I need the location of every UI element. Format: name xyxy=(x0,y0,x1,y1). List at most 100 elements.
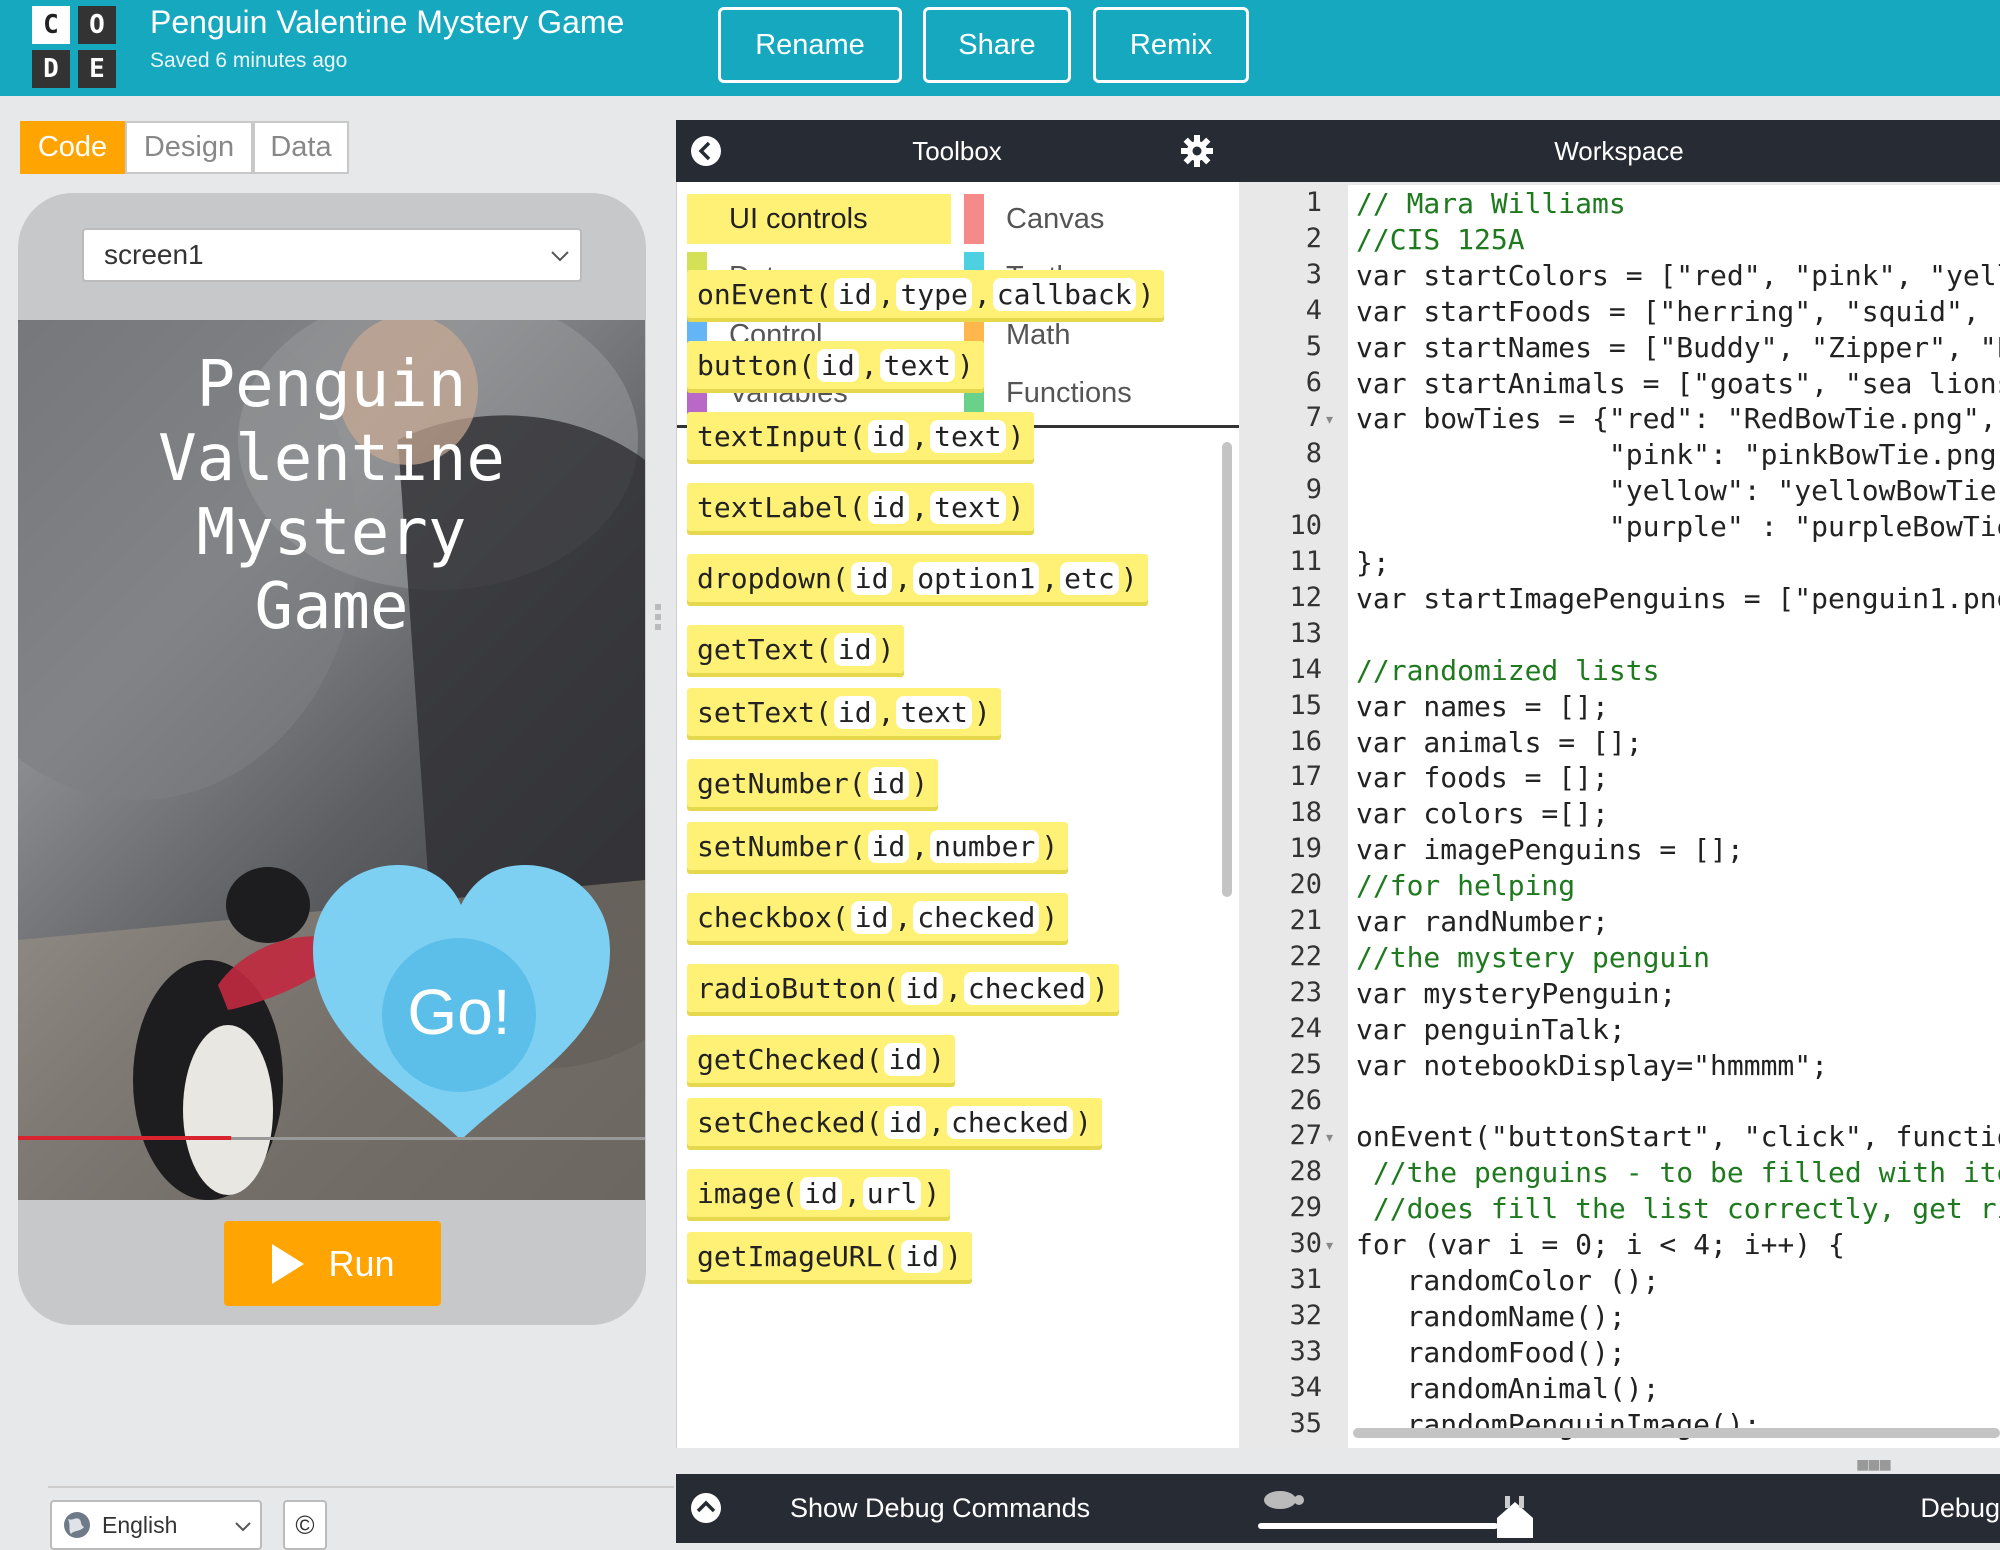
code-line[interactable]: var colors =[]; xyxy=(1356,797,1609,830)
block-getChecked[interactable]: getChecked(id) xyxy=(687,1035,956,1083)
block-argument[interactable]: id xyxy=(850,561,893,595)
block-argument[interactable]: id xyxy=(800,1176,842,1210)
block-textInput[interactable]: textInput(id, text) xyxy=(687,412,1035,460)
code-line[interactable]: var names = []; xyxy=(1356,690,1609,723)
code-logo-e[interactable]: E xyxy=(78,50,116,88)
tab-data[interactable]: Data xyxy=(253,121,349,174)
fold-arrow-icon[interactable]: ▾ xyxy=(1326,1238,1333,1254)
block-argument[interactable]: id xyxy=(867,419,910,453)
category-functions[interactable]: Functions xyxy=(1006,368,1236,418)
run-button[interactable]: Run xyxy=(224,1221,441,1306)
tab-design[interactable]: Design xyxy=(125,121,253,174)
block-radioButton[interactable]: radioButton(id, checked) xyxy=(687,964,1119,1012)
code-line[interactable]: //randomized lists xyxy=(1356,654,1659,687)
code-line[interactable]: var randNumber; xyxy=(1356,905,1609,938)
block-argument[interactable]: text xyxy=(896,695,972,729)
block-onEvent[interactable]: onEvent(id, type, callback) xyxy=(687,270,1165,318)
block-setChecked[interactable]: setChecked(id, checked) xyxy=(687,1098,1102,1146)
code-line[interactable]: var foods = []; xyxy=(1356,761,1609,794)
fold-arrow-icon[interactable]: ▾ xyxy=(1326,1130,1333,1146)
code-horizontal-scrollbar[interactable] xyxy=(1353,1428,2000,1438)
block-setText[interactable]: setText(id, text) xyxy=(687,688,1001,736)
code-line[interactable]: var notebookDisplay="hmmmm"; xyxy=(1356,1049,1828,1082)
block-argument[interactable]: id xyxy=(867,766,910,800)
code-line[interactable]: var startImagePenguins = ["penguin1.png"… xyxy=(1356,582,2000,615)
code-line[interactable]: for (var i = 0; i < 4; i++) { xyxy=(1356,1228,1845,1261)
code-logo-d[interactable]: D xyxy=(32,50,70,88)
tab-code[interactable]: Code xyxy=(20,121,125,174)
code-line[interactable]: var startNames = ["Buddy", "Zipper", "Pe… xyxy=(1356,331,2000,364)
category-canvas[interactable]: Canvas xyxy=(1006,194,1236,244)
block-argument[interactable]: id xyxy=(867,829,910,863)
pane-resize-handle[interactable] xyxy=(655,600,663,640)
block-argument[interactable]: callback xyxy=(992,277,1136,311)
block-argument[interactable]: id xyxy=(884,1042,927,1076)
share-button[interactable]: Share xyxy=(923,7,1071,83)
block-argument[interactable]: checked xyxy=(947,1105,1074,1139)
expand-arrow-icon[interactable] xyxy=(690,1492,722,1524)
code-line[interactable]: //for helping xyxy=(1356,869,1575,902)
code-logo-o[interactable]: O xyxy=(78,6,116,44)
block-argument[interactable]: id xyxy=(833,277,876,311)
block-argument[interactable]: text xyxy=(879,348,956,382)
block-argument[interactable]: id xyxy=(884,1105,927,1139)
code-line[interactable]: "yellow": "yellowBowTie.png", xyxy=(1356,474,2000,507)
block-argument[interactable]: id xyxy=(833,632,876,666)
block-argument[interactable]: checked xyxy=(913,900,1040,934)
app-preview-screen[interactable]: Penguin Valentine Mystery Game Go! xyxy=(18,320,645,1200)
category-ui-controls[interactable]: UI controls xyxy=(687,194,951,244)
code-line[interactable]: randomAnimal(); xyxy=(1356,1372,1660,1405)
block-argument[interactable]: text xyxy=(930,490,1006,524)
rabbit-icon[interactable] xyxy=(1493,1494,1537,1540)
block-argument[interactable]: type xyxy=(896,277,972,311)
code-line[interactable]: randomColor (); xyxy=(1356,1264,1660,1297)
block-argument[interactable]: number xyxy=(930,829,1040,863)
show-debug-commands[interactable]: Show Debug Commands xyxy=(790,1493,1090,1524)
code-line[interactable]: var animals = []; xyxy=(1356,726,1643,759)
block-textLabel[interactable]: textLabel(id, text) xyxy=(687,483,1035,531)
remix-button[interactable]: Remix xyxy=(1093,7,1249,83)
screen-dropdown[interactable]: screen1 xyxy=(82,228,582,282)
block-button[interactable]: button(id, text) xyxy=(687,341,984,389)
rename-button[interactable]: Rename xyxy=(718,7,902,83)
code-line[interactable]: //the mystery penguin xyxy=(1356,941,1710,974)
block-checkbox[interactable]: checkbox(id, checked) xyxy=(687,893,1069,941)
block-dropdown[interactable]: dropdown(id, option1, etc) xyxy=(687,554,1148,602)
code-line[interactable]: "purple" : "purpleBowTie.png" xyxy=(1356,510,2000,543)
code-line[interactable]: // Mara Williams xyxy=(1356,187,1626,220)
code-line[interactable]: var penguinTalk; xyxy=(1356,1013,1626,1046)
code-line[interactable]: var mysteryPenguin; xyxy=(1356,977,1676,1010)
block-getImageURL[interactable]: getImageURL(id) xyxy=(687,1232,972,1280)
code-line[interactable]: //CIS 125A xyxy=(1356,223,1525,256)
block-argument[interactable]: id xyxy=(833,695,876,729)
go-button-label[interactable]: Go! xyxy=(382,975,536,1049)
code-line[interactable]: var bowTies = {"red": "RedBowTie.png", xyxy=(1356,402,1997,435)
block-argument[interactable]: id xyxy=(850,900,893,934)
fold-arrow-icon[interactable]: ▾ xyxy=(1326,412,1333,428)
code-line[interactable]: "pink": "pinkBowTie.png", xyxy=(1356,438,2000,471)
code-line[interactable]: var startAnimals = ["goats", "sea lions"… xyxy=(1356,367,2000,400)
toolbox-scrollbar[interactable] xyxy=(1222,442,1232,897)
block-setNumber[interactable]: setNumber(id, number) xyxy=(687,822,1069,870)
block-argument[interactable]: text xyxy=(930,419,1006,453)
block-argument[interactable]: checked xyxy=(963,971,1090,1005)
speed-slider-track[interactable] xyxy=(1258,1523,1498,1529)
block-getText[interactable]: getText(id) xyxy=(687,625,905,673)
gear-icon[interactable] xyxy=(1180,134,1214,168)
code-line[interactable]: }; xyxy=(1356,546,1390,579)
block-image[interactable]: image(id, url) xyxy=(687,1169,951,1217)
code-line[interactable]: randomFood(); xyxy=(1356,1336,1626,1369)
block-argument[interactable]: id xyxy=(901,1239,944,1273)
code-line[interactable]: var imagePenguins = []; xyxy=(1356,833,1744,866)
code-line[interactable]: //does fill the list correctly, get rid xyxy=(1356,1192,2000,1225)
block-argument[interactable]: option1 xyxy=(913,561,1040,595)
code-logo-c[interactable]: C xyxy=(32,6,70,44)
code-line[interactable]: var startColors = ["red", "pink", "yello… xyxy=(1356,259,2000,292)
code-line[interactable]: var startFoods = ["herring", "squid", "k… xyxy=(1356,295,2000,328)
block-getNumber[interactable]: getNumber(id) xyxy=(687,759,939,807)
code-line[interactable]: //the penguins - to be filled with items xyxy=(1356,1156,2000,1189)
block-argument[interactable]: id xyxy=(901,971,944,1005)
block-argument[interactable]: id xyxy=(817,348,859,382)
block-argument[interactable]: id xyxy=(867,490,910,524)
code-editor[interactable]: // Mara Williams//CIS 125A var startColor… xyxy=(1348,185,2000,1448)
